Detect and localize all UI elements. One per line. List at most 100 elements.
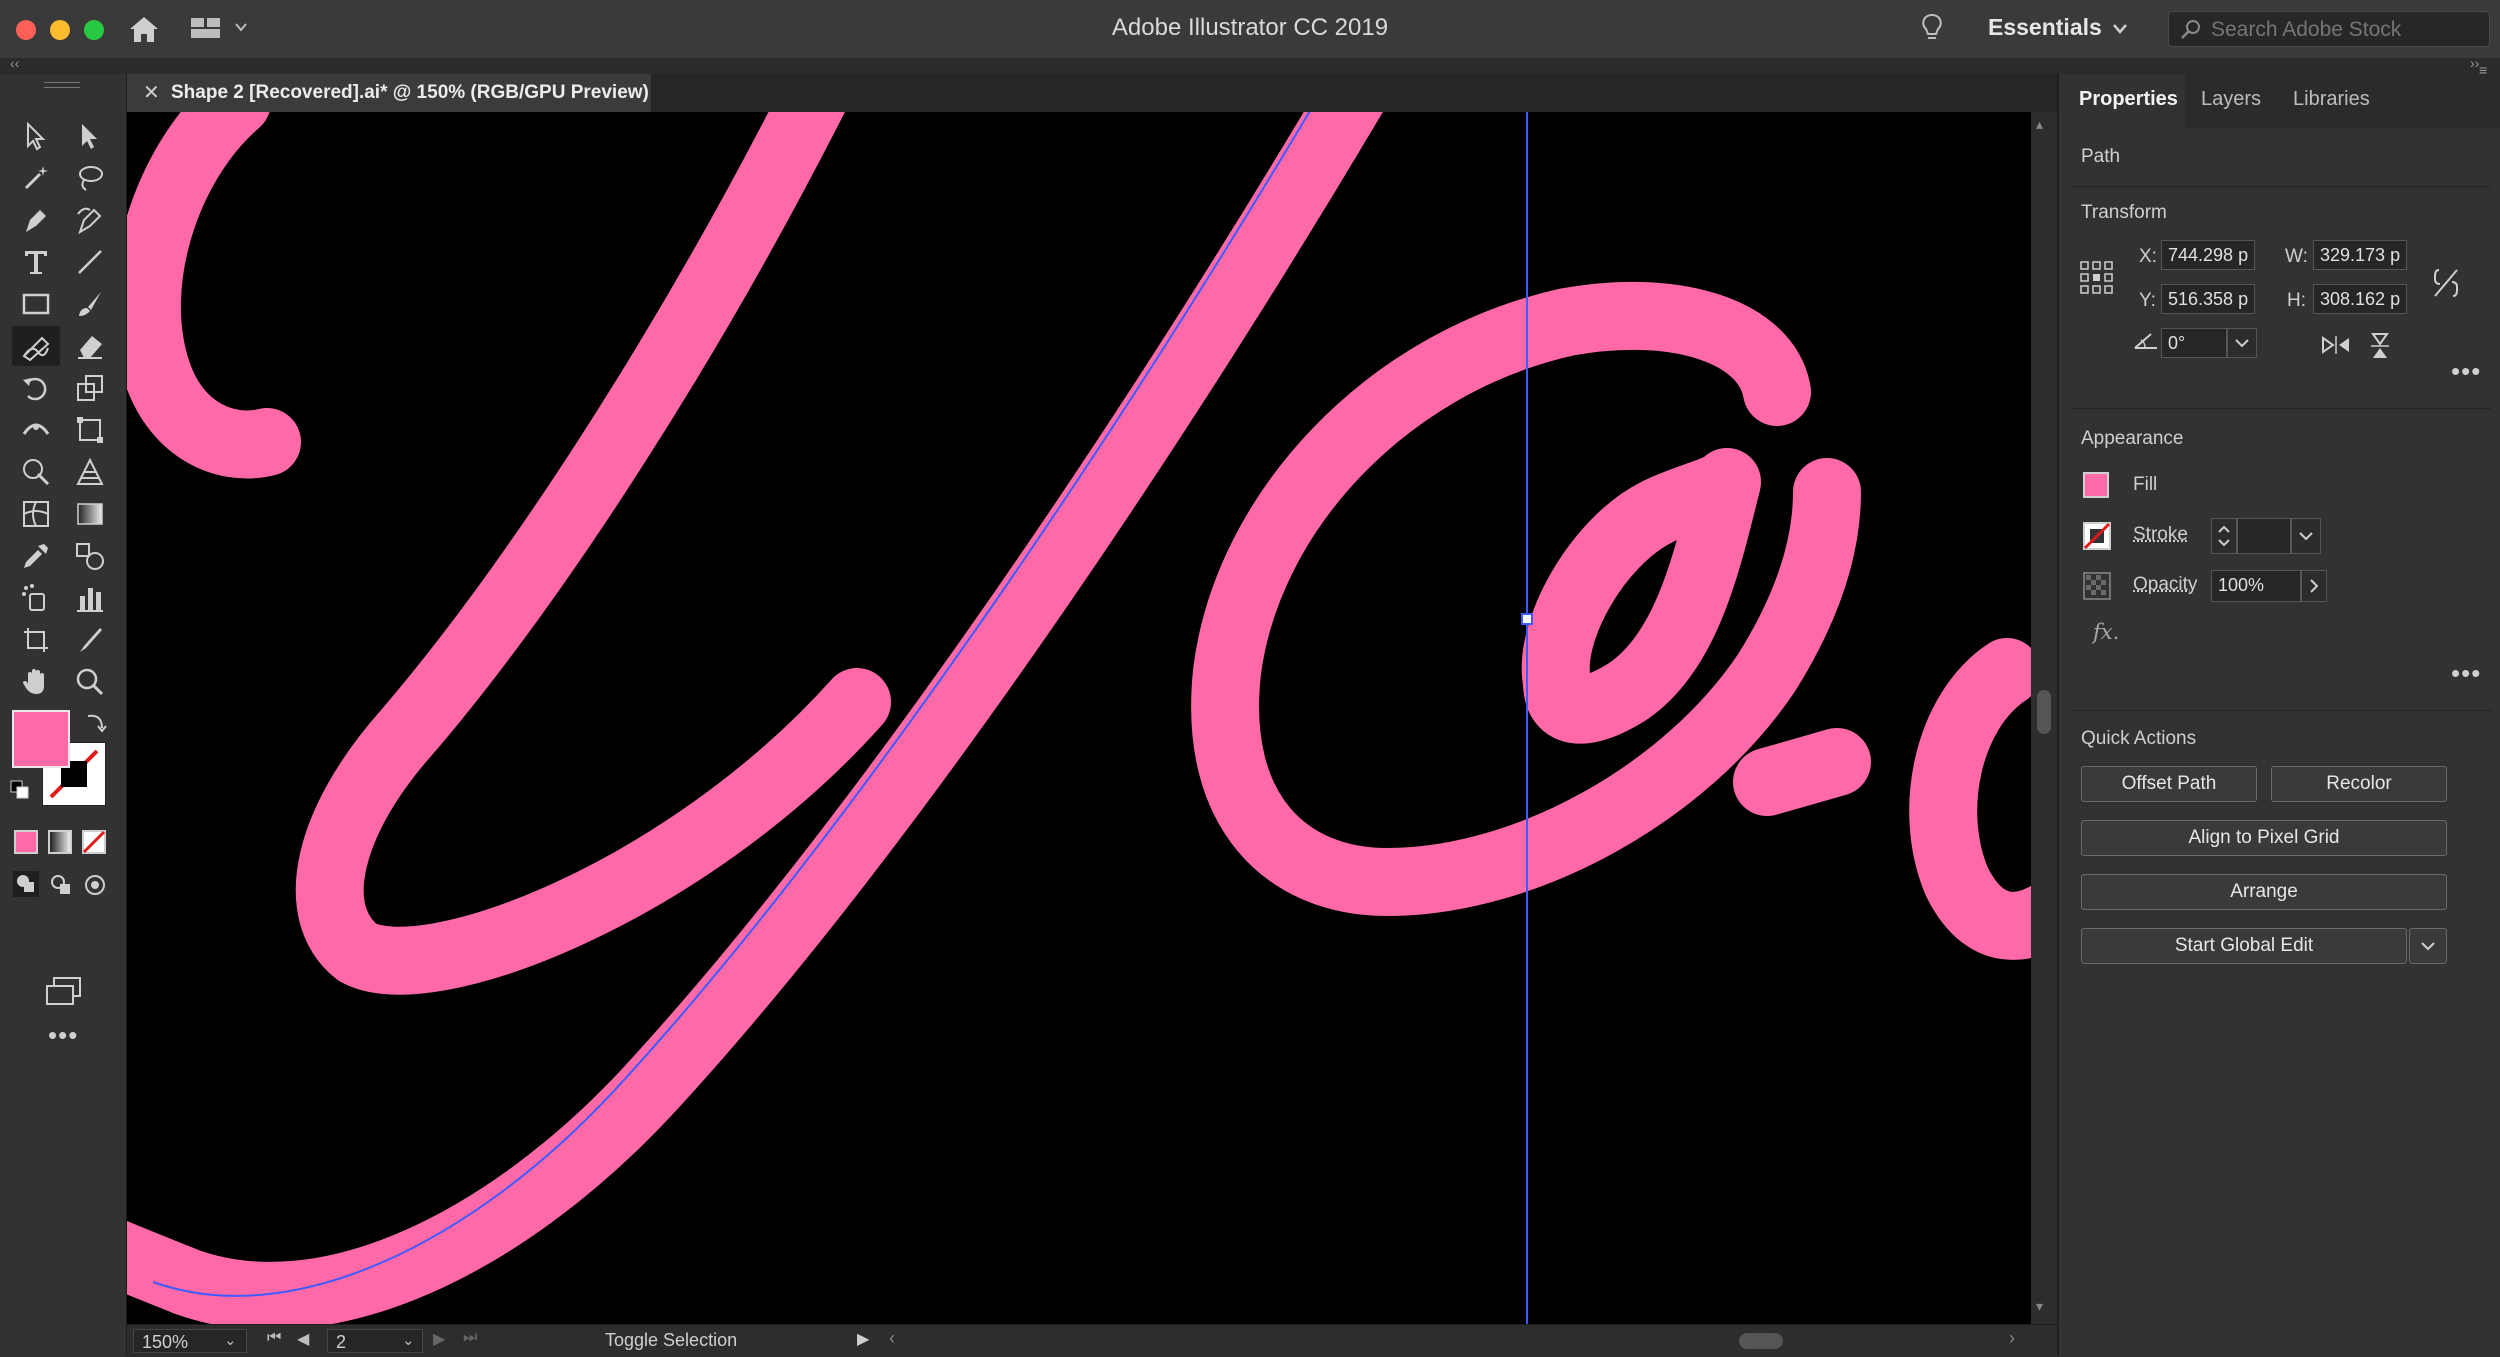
arrange-button[interactable]: Arrange xyxy=(2081,874,2447,910)
gradient-mode-icon[interactable] xyxy=(48,830,72,854)
flip-vertical-icon[interactable] xyxy=(2369,332,2391,360)
effects-fx-icon[interactable]: fx. xyxy=(2093,620,2119,644)
shaper-tool-icon[interactable] xyxy=(12,326,60,366)
status-menu-icon[interactable]: ▶ xyxy=(857,1329,869,1349)
scroll-down-icon[interactable]: ▾ xyxy=(2036,1298,2043,1315)
opacity-slider-button[interactable] xyxy=(2301,570,2327,602)
artwork[interactable] xyxy=(127,112,2031,1324)
artboard-tool-icon[interactable] xyxy=(12,620,60,660)
width-tool-icon[interactable] xyxy=(12,410,60,450)
h-field[interactable]: 308.162 p xyxy=(2313,284,2407,314)
column-graph-tool-icon[interactable] xyxy=(66,578,114,618)
stroke-color-swatch[interactable] xyxy=(2083,522,2111,550)
symbol-sprayer-tool-icon[interactable] xyxy=(12,578,60,618)
perspective-grid-tool-icon[interactable] xyxy=(66,452,114,492)
artboard-canvas[interactable] xyxy=(127,112,2031,1324)
search-input[interactable] xyxy=(2209,16,2483,44)
status-info[interactable]: Toggle Selection xyxy=(605,1330,737,1351)
eraser-tool-icon[interactable] xyxy=(66,326,114,366)
fill-color-swatch[interactable] xyxy=(2083,472,2109,498)
y-field[interactable]: 516.358 p xyxy=(2161,284,2255,314)
draw-behind-icon[interactable] xyxy=(48,872,74,898)
magic-wand-tool-icon[interactable] xyxy=(12,158,60,198)
last-artboard-icon[interactable]: ⏭ xyxy=(463,1329,477,1347)
align-to-pixel-grid-button[interactable]: Align to Pixel Grid xyxy=(2081,820,2447,856)
stroke-weight-field[interactable] xyxy=(2237,518,2291,554)
type-tool-icon[interactable] xyxy=(12,242,60,282)
blend-tool-icon[interactable] xyxy=(66,536,114,576)
gradient-tool-icon[interactable] xyxy=(66,494,114,534)
shape-builder-tool-icon[interactable] xyxy=(12,452,60,492)
line-segment-tool-icon[interactable] xyxy=(66,242,114,282)
scroll-left-icon[interactable]: ‹ xyxy=(889,1328,895,1349)
vertical-scrollbar[interactable]: ▴ ▾ xyxy=(2031,112,2057,1324)
rotate-field[interactable]: 0° xyxy=(2161,328,2227,358)
color-mode-icon[interactable] xyxy=(14,830,38,854)
more-transform-options-icon[interactable]: ••• xyxy=(2451,356,2481,387)
global-edit-options-button[interactable] xyxy=(2409,928,2447,964)
zoom-select[interactable]: 150% ⌄ xyxy=(133,1329,247,1353)
previous-artboard-icon[interactable]: ◀ xyxy=(297,1329,309,1349)
draw-normal-icon[interactable] xyxy=(12,870,40,898)
start-global-edit-button[interactable]: Start Global Edit xyxy=(2081,928,2407,964)
screen-mode-icon[interactable] xyxy=(44,976,84,1006)
paintbrush-tool-icon[interactable] xyxy=(66,284,114,324)
scroll-up-icon[interactable]: ▴ xyxy=(2036,116,2043,133)
first-artboard-icon[interactable]: ⏮ xyxy=(267,1329,281,1347)
offset-path-button[interactable]: Offset Path xyxy=(2081,766,2257,802)
panel-menu-icon[interactable]: ≡ xyxy=(2479,62,2487,78)
lasso-tool-icon[interactable] xyxy=(66,158,114,198)
stroke-weight-dropdown[interactable] xyxy=(2291,518,2321,554)
tab-properties[interactable]: Properties xyxy=(2079,88,2178,111)
draw-inside-icon[interactable] xyxy=(82,872,108,898)
free-transform-tool-icon[interactable] xyxy=(66,410,114,450)
scale-tool-icon[interactable] xyxy=(66,368,114,408)
none-mode-icon[interactable] xyxy=(82,830,106,854)
edit-toolbar-icon[interactable]: ••• xyxy=(48,1020,78,1051)
x-label: X: xyxy=(2139,246,2157,268)
swap-fill-stroke-icon[interactable] xyxy=(84,710,108,734)
mesh-tool-icon[interactable] xyxy=(12,494,60,534)
opacity-field[interactable]: 100% xyxy=(2211,570,2301,602)
collapse-right-icon[interactable]: ›› xyxy=(2470,55,2479,71)
more-appearance-options-icon[interactable]: ••• xyxy=(2451,658,2481,689)
w-field[interactable]: 329.173 p xyxy=(2313,240,2407,270)
stepper-icon xyxy=(2212,519,2236,553)
stroke-weight-stepper[interactable] xyxy=(2211,518,2237,554)
stock-search[interactable] xyxy=(2168,11,2490,47)
chevron-down-icon[interactable] xyxy=(2112,22,2128,36)
horizontal-scroll-thumb[interactable] xyxy=(1739,1333,1783,1349)
lightbulb-icon[interactable] xyxy=(1920,12,1944,46)
opacity-label[interactable]: Opacity xyxy=(2133,574,2197,596)
toolbar-grip[interactable] xyxy=(44,82,80,88)
next-artboard-icon[interactable]: ▶ xyxy=(433,1329,445,1349)
recolor-button[interactable]: Recolor xyxy=(2271,766,2447,802)
hand-tool-icon[interactable] xyxy=(12,662,60,702)
scroll-right-icon[interactable]: › xyxy=(2009,1328,2015,1349)
selection-tool-icon[interactable] xyxy=(12,116,60,156)
slice-tool-icon[interactable] xyxy=(66,620,114,660)
stroke-label[interactable]: Stroke xyxy=(2133,524,2188,546)
workspace-switcher[interactable]: Essentials xyxy=(1988,14,2102,41)
tab-layers[interactable]: Layers xyxy=(2201,88,2261,111)
scroll-thumb[interactable] xyxy=(2037,690,2051,734)
close-tab-icon[interactable]: ✕ xyxy=(143,80,160,105)
fill-swatch[interactable] xyxy=(12,710,70,768)
artboard-select[interactable]: 2 ⌄ xyxy=(327,1329,423,1353)
collapse-left-icon[interactable]: ‹‹ xyxy=(10,55,19,71)
constrain-proportions-icon[interactable] xyxy=(2431,266,2461,300)
reference-point-icon[interactable] xyxy=(2079,260,2115,296)
rotate-tool-icon[interactable] xyxy=(12,368,60,408)
default-fill-stroke-icon[interactable] xyxy=(10,780,30,800)
rotate-dropdown[interactable] xyxy=(2227,328,2257,358)
rectangle-tool-icon[interactable] xyxy=(12,284,60,324)
tab-libraries[interactable]: Libraries xyxy=(2293,88,2370,111)
document-tab[interactable]: ✕ Shape 2 [Recovered].ai* @ 150% (RGB/GP… xyxy=(127,74,652,112)
curvature-tool-icon[interactable] xyxy=(66,200,114,240)
flip-horizontal-icon[interactable] xyxy=(2321,334,2351,356)
x-field[interactable]: 744.298 p xyxy=(2161,240,2255,270)
eyedropper-tool-icon[interactable] xyxy=(12,536,60,576)
zoom-tool-icon[interactable] xyxy=(66,662,114,702)
direct-selection-tool-icon[interactable] xyxy=(66,116,114,156)
pen-tool-icon[interactable] xyxy=(12,200,60,240)
